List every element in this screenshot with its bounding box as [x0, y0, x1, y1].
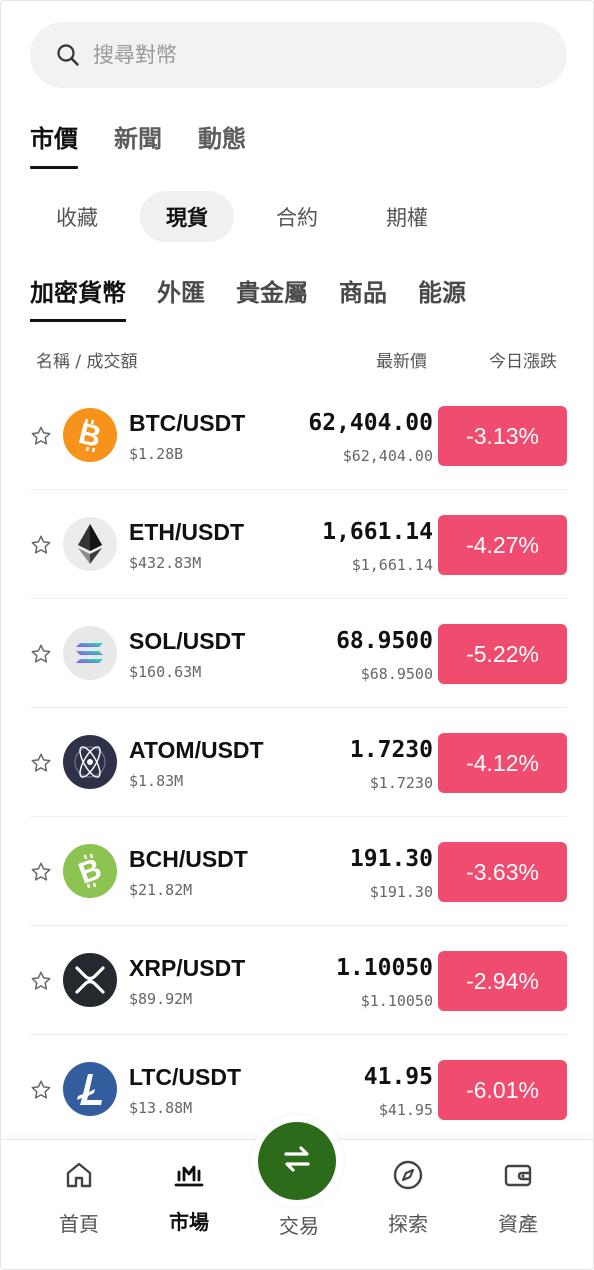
- market-row[interactable]: ETH/USDT $432.83M 1,661.14 $1,661.14 -4.…: [30, 490, 567, 599]
- favorite-star-icon[interactable]: [30, 425, 52, 447]
- bitcoin-cash-icon: B: [63, 844, 117, 898]
- tab-energy[interactable]: 能源: [418, 273, 466, 321]
- nav-home[interactable]: 首頁: [29, 1158, 129, 1237]
- daily-change-badge[interactable]: -6.01%: [438, 1060, 567, 1120]
- wallet-icon: [501, 1158, 535, 1192]
- turnover-value: $432.83M: [129, 554, 202, 572]
- tab-market-price[interactable]: 市價: [30, 119, 78, 169]
- bitcoin-icon: B: [63, 408, 117, 462]
- daily-change-badge[interactable]: -2.94%: [438, 951, 567, 1011]
- favorite-star-icon[interactable]: [30, 861, 52, 883]
- pair-name: BTC/USDT: [129, 410, 246, 436]
- tab-forex[interactable]: 外匯: [157, 273, 205, 321]
- tab-futures[interactable]: 合約: [250, 191, 344, 242]
- main-tabs: 市價 新聞 動態: [30, 119, 282, 169]
- last-price-usd: $41.95: [378, 1101, 433, 1119]
- market-list: B BTC/USDT $1.28B 62,404.00 $62,404.00 -…: [30, 381, 567, 1144]
- pair-name: ETH/USDT: [129, 519, 244, 545]
- last-price: 1.10050: [336, 955, 433, 981]
- search-icon: [55, 42, 81, 68]
- last-price: 1,661.14: [322, 519, 433, 545]
- favorite-star-icon[interactable]: [30, 752, 52, 774]
- home-icon: [62, 1158, 96, 1192]
- last-price: 1.7230: [349, 737, 433, 763]
- daily-change-badge[interactable]: -5.22%: [438, 624, 567, 684]
- market-row[interactable]: ATOM/USDT $1.83M 1.7230 $1.7230 -4.12%: [30, 708, 567, 817]
- turnover-value: $1.28B: [129, 445, 184, 463]
- tab-commodities[interactable]: 商品: [339, 273, 387, 321]
- market-row[interactable]: XRP/USDT $89.92M 1.10050 $1.10050 -2.94%: [30, 926, 567, 1035]
- turnover-value: $1.83M: [129, 772, 184, 790]
- litecoin-icon: [63, 1062, 117, 1116]
- nav-explore-label: 探索: [388, 1212, 428, 1236]
- turnover-value: $89.92M: [129, 990, 193, 1008]
- favorite-star-icon[interactable]: [30, 1079, 52, 1101]
- last-price-usd: $68.9500: [360, 665, 433, 683]
- favorite-star-icon[interactable]: [30, 643, 52, 665]
- pair-name: BCH/USDT: [129, 846, 248, 872]
- column-header-change[interactable]: 今日漲跌: [489, 347, 557, 372]
- pair-name: LTC/USDT: [129, 1064, 242, 1090]
- nav-assets-label: 資產: [498, 1212, 538, 1236]
- market-type-tabs: 收藏 現貨 合約 期權: [30, 191, 470, 242]
- nav-explore[interactable]: 探索: [358, 1158, 458, 1237]
- pair-name: SOL/USDT: [129, 628, 246, 654]
- turnover-value: $13.88M: [129, 1099, 193, 1117]
- last-price-usd: $191.30: [369, 883, 433, 901]
- trade-button[interactable]: [258, 1122, 336, 1200]
- pair-name: ATOM/USDT: [129, 737, 264, 763]
- daily-change-badge[interactable]: -4.27%: [438, 515, 567, 575]
- last-price: 41.95: [363, 1064, 433, 1090]
- nav-trade-label: 交易: [279, 1214, 319, 1238]
- column-header-name[interactable]: 名稱 / 成交額: [36, 347, 138, 372]
- nav-market[interactable]: 市場: [139, 1158, 239, 1235]
- market-row[interactable]: B BTC/USDT $1.28B 62,404.00 $62,404.00 -…: [30, 381, 567, 490]
- market-row[interactable]: SOL/USDT $160.63M 68.9500 $68.9500 -5.22…: [30, 599, 567, 708]
- nav-home-label: 首頁: [59, 1212, 99, 1236]
- last-price-usd: $62,404.00: [342, 447, 433, 465]
- last-price: 191.30: [349, 846, 433, 872]
- search-input[interactable]: [93, 43, 513, 67]
- turnover-value: $21.82M: [129, 881, 193, 899]
- svg-text:B: B: [74, 852, 106, 890]
- favorite-star-icon[interactable]: [30, 970, 52, 992]
- nav-market-label: 市場: [169, 1210, 209, 1234]
- ethereum-icon: [63, 517, 117, 571]
- nav-trade[interactable]: [251, 1115, 343, 1207]
- compass-icon: [391, 1158, 425, 1192]
- xrp-icon: [63, 953, 117, 1007]
- column-header-price[interactable]: 最新價: [376, 347, 427, 372]
- tab-precious-metals[interactable]: 貴金屬: [236, 273, 308, 321]
- daily-change-badge[interactable]: -3.63%: [438, 842, 567, 902]
- tab-crypto[interactable]: 加密貨幣: [30, 273, 126, 322]
- svg-text:B: B: [75, 417, 104, 454]
- daily-change-badge[interactable]: -3.13%: [438, 406, 567, 466]
- favorite-star-icon[interactable]: [30, 534, 52, 556]
- app-screen: 市價 新聞 動態 收藏 現貨 合約 期權 加密貨幣 外匯 貴金屬 商品 能源 名…: [0, 0, 594, 1270]
- daily-change-badge[interactable]: -4.12%: [438, 733, 567, 793]
- tab-options[interactable]: 期權: [360, 191, 454, 242]
- market-chart-icon: [172, 1158, 206, 1192]
- pair-name: XRP/USDT: [129, 955, 246, 981]
- last-price-usd: $1.10050: [360, 992, 433, 1010]
- last-price: 68.9500: [336, 628, 433, 654]
- turnover-value: $160.63M: [129, 663, 202, 681]
- tab-spot[interactable]: 現貨: [140, 191, 234, 242]
- cosmos-icon: [63, 735, 117, 789]
- solana-icon: [63, 626, 117, 680]
- market-row[interactable]: B BCH/USDT $21.82M 191.30 $191.30 -3.63%: [30, 817, 567, 926]
- last-price: 62,404.00: [308, 410, 433, 436]
- tab-favorites[interactable]: 收藏: [30, 191, 124, 242]
- asset-category-tabs: 加密貨幣 外匯 貴金屬 商品 能源: [30, 273, 497, 322]
- last-price-usd: $1.7230: [369, 774, 433, 792]
- swap-arrows-icon: [280, 1142, 314, 1180]
- nav-assets[interactable]: 資產: [468, 1158, 568, 1237]
- tab-feed[interactable]: 動態: [198, 119, 246, 169]
- tab-news[interactable]: 新聞: [114, 119, 162, 169]
- last-price-usd: $1,661.14: [351, 556, 433, 574]
- search-bar[interactable]: [30, 22, 567, 88]
